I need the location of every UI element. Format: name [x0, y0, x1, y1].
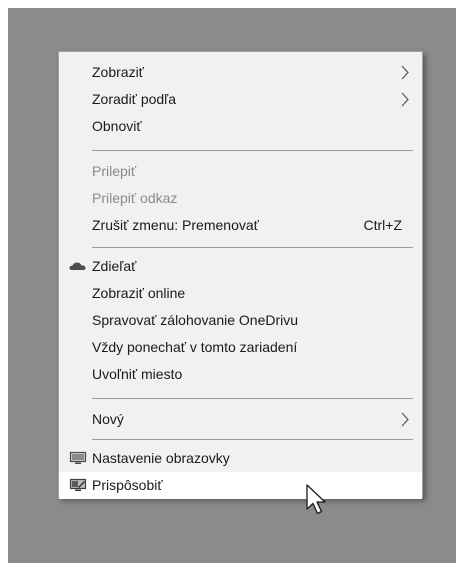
menu-item-label: Vždy ponechať v tomto zariadení [92, 339, 298, 355]
menu-item-always-keep-on-device[interactable]: Vždy ponechať v tomto zariadení [59, 334, 422, 361]
menu-item-new[interactable]: Nový [59, 406, 422, 433]
menu-item-sort-by[interactable]: Zoradiť podľa [59, 86, 422, 113]
menu-separator [92, 398, 413, 399]
menu-item-label: Zobraziť online [92, 285, 186, 301]
menu-separator [92, 439, 413, 440]
menu-item-personalize[interactable]: Prispôsobiť [59, 472, 422, 499]
menu-separator [92, 247, 413, 248]
menu-item-undo-rename[interactable]: Zrušiť zmenu: Premenovať Ctrl+Z [59, 212, 422, 239]
menu-item-free-up-space[interactable]: Uvoľniť miesto [59, 361, 422, 388]
context-menu: Zobraziť Zoradiť podľa Obnoviť Prilepiť … [58, 51, 423, 499]
menu-item-label: Uvoľniť miesto [92, 366, 183, 382]
menu-item-label: Prispôsobiť [92, 477, 163, 493]
menu-item-label: Prilepiť odkaz [92, 190, 178, 206]
menu-item-label: Zdieľať [92, 258, 137, 274]
menu-item-share[interactable]: Zdieľať [59, 253, 422, 280]
personalize-icon [69, 478, 87, 491]
menu-item-label: Prilepiť [92, 163, 137, 179]
menu-item-label: Spravovať zálohovanie OneDrivu [92, 312, 299, 328]
menu-item-label: Zobraziť [92, 64, 144, 80]
chevron-right-icon [401, 412, 409, 427]
menu-item-label: Nový [92, 411, 124, 427]
menu-separator [92, 150, 413, 151]
menu-item-label: Zrušiť zmenu: Premenovať [92, 217, 259, 233]
display-icon [69, 451, 87, 464]
menu-item-refresh[interactable]: Obnoviť [59, 113, 422, 140]
menu-item-display-settings[interactable]: Nastavenie obrazovky [59, 445, 422, 472]
menu-item-label: Zoradiť podľa [92, 91, 177, 107]
mouse-pointer-icon [306, 484, 326, 515]
cloud-icon [69, 262, 86, 270]
menu-item-label: Nastavenie obrazovky [92, 450, 230, 466]
menu-item-shortcut: Ctrl+Z [363, 217, 403, 233]
menu-item-manage-onedrive-backup[interactable]: Spravovať zálohovanie OneDrivu [59, 307, 422, 334]
menu-item-label: Obnoviť [92, 118, 142, 134]
menu-item-paste-shortcut: Prilepiť odkaz [59, 185, 422, 212]
menu-item-paste: Prilepiť [59, 158, 422, 185]
menu-item-view-online[interactable]: Zobraziť online [59, 280, 422, 307]
chevron-right-icon [401, 92, 409, 107]
chevron-right-icon [401, 65, 409, 80]
menu-item-view[interactable]: Zobraziť [59, 59, 422, 86]
